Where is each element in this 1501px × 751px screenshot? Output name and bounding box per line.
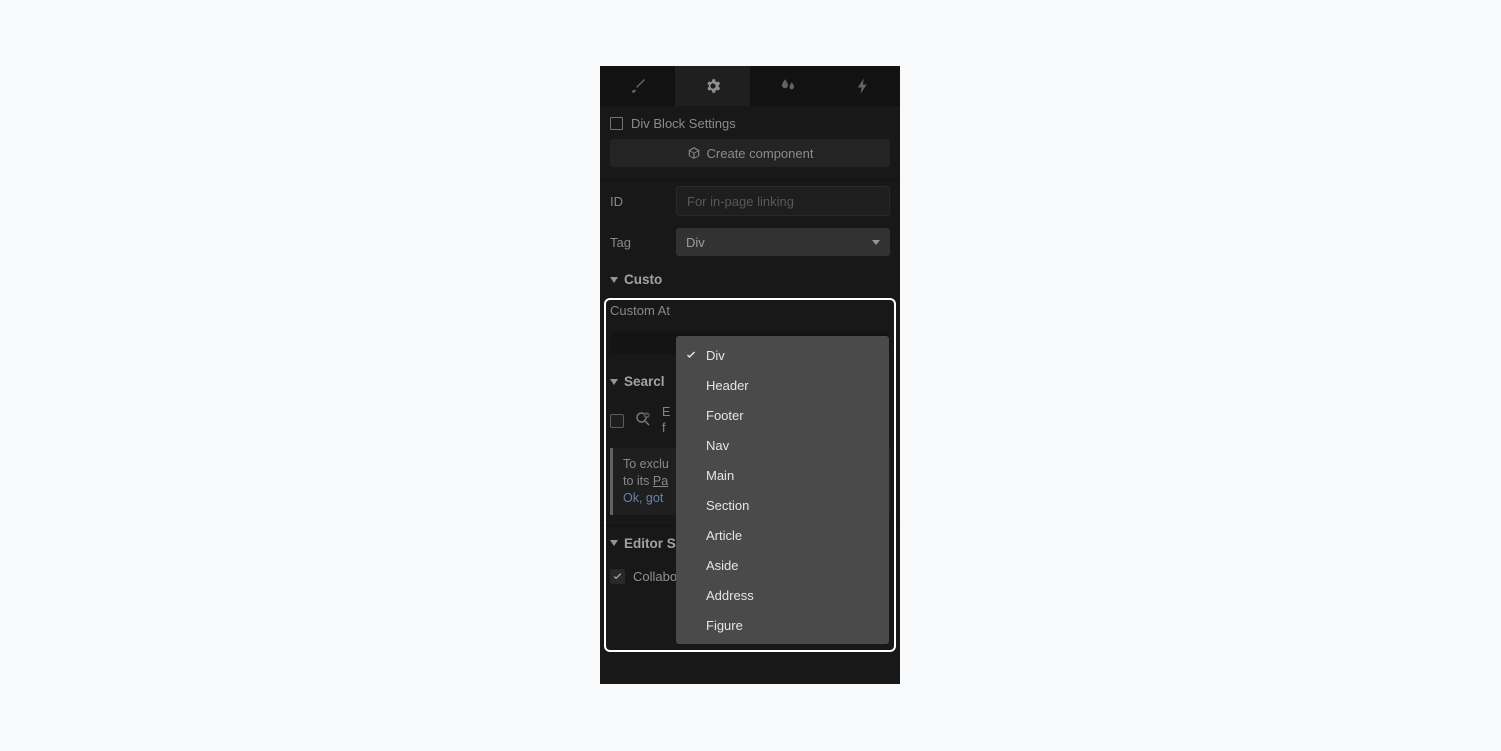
check-icon <box>684 349 698 361</box>
gear-icon <box>704 77 722 95</box>
tag-option-figure[interactable]: Figure <box>676 610 889 640</box>
create-component-button[interactable]: Create component <box>610 139 890 167</box>
collapse-icon <box>610 540 618 546</box>
tab-settings[interactable] <box>675 66 750 106</box>
tag-selected-value: Div <box>686 235 705 250</box>
section-label: Custo <box>624 272 662 287</box>
tag-option-div[interactable]: Div <box>676 340 889 370</box>
section-label: Searcl <box>624 374 665 389</box>
exclude-text: E f <box>662 405 670 436</box>
tab-interactions[interactable] <box>825 66 900 106</box>
collapse-icon <box>610 277 618 283</box>
tag-option-main[interactable]: Main <box>676 460 889 490</box>
tag-select[interactable]: Div <box>676 228 890 256</box>
exclude-checkbox[interactable] <box>610 414 624 428</box>
id-input[interactable] <box>676 186 890 216</box>
collapse-icon <box>610 379 618 385</box>
tag-dropdown: Div Header Footer Nav Main Section Artic… <box>676 336 889 644</box>
tab-style[interactable] <box>600 66 675 106</box>
cube-icon <box>687 146 701 160</box>
chevron-down-icon <box>872 240 880 245</box>
page-link[interactable]: Pa <box>653 474 668 488</box>
tag-option-nav[interactable]: Nav <box>676 430 889 460</box>
lightning-icon <box>854 77 872 95</box>
tag-option-footer[interactable]: Footer <box>676 400 889 430</box>
id-label: ID <box>610 194 666 209</box>
panel-title: Div Block Settings <box>631 116 736 131</box>
panel-tabs <box>600 66 900 106</box>
tag-row: Tag Div <box>600 222 900 262</box>
tag-option-address[interactable]: Address <box>676 580 889 610</box>
tag-option-aside[interactable]: Aside <box>676 550 889 580</box>
tag-option-article[interactable]: Article <box>676 520 889 550</box>
tag-option-section[interactable]: Section <box>676 490 889 520</box>
id-row: ID <box>600 180 900 222</box>
droplets-icon <box>779 77 797 95</box>
tag-option-header[interactable]: Header <box>676 370 889 400</box>
check-icon <box>612 571 623 582</box>
collab-checkbox[interactable] <box>610 569 625 584</box>
custom-attr-label: Custom At <box>600 295 900 326</box>
tab-effects[interactable] <box>750 66 825 106</box>
tag-label: Tag <box>610 235 666 250</box>
search-minus-icon <box>634 410 652 431</box>
panel-header: Div Block Settings <box>600 106 900 139</box>
brush-icon <box>629 77 647 95</box>
create-component-label: Create component <box>707 146 814 161</box>
div-block-icon <box>610 117 623 130</box>
custom-attributes-header[interactable]: Custo <box>600 262 900 295</box>
ok-link[interactable]: Ok, got <box>623 491 663 505</box>
